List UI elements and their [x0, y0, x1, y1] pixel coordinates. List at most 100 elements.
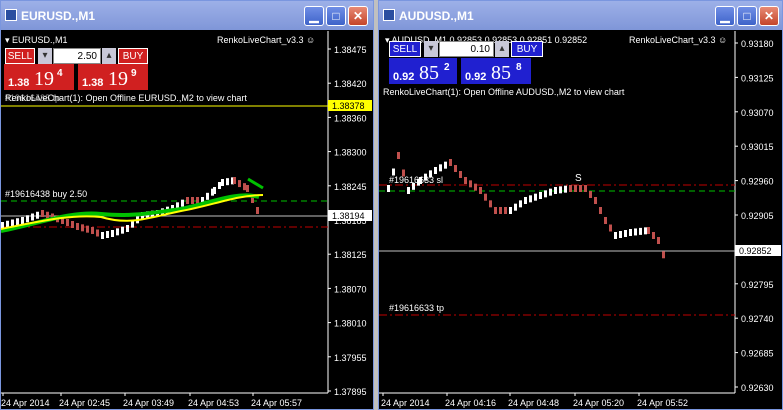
minimize-button[interactable]: ▁: [304, 6, 324, 26]
price-axis-label: 0.92630: [741, 383, 774, 393]
price-candle: [206, 192, 209, 200]
price-candle: [434, 167, 437, 174]
maximize-button[interactable]: □: [737, 6, 757, 26]
price-candle: [402, 169, 405, 177]
price-candle: [387, 185, 390, 192]
time-axis-label: 24 Apr 2014: [1, 398, 50, 408]
price-candle: [412, 182, 415, 190]
lot-decrease-button[interactable]: ▾: [38, 48, 52, 64]
price-candle: [218, 182, 221, 189]
price-candle: [186, 197, 189, 204]
lot-decrease-button[interactable]: ▾: [424, 41, 438, 57]
price-candle: [101, 232, 104, 239]
price-candle: [449, 159, 452, 166]
price-candle: [559, 186, 562, 194]
price-candle: [534, 193, 537, 201]
price-candle: [36, 211, 39, 219]
sell-button[interactable]: SELL: [5, 48, 35, 64]
current-price-label: 1.38194: [332, 211, 365, 221]
price-candle: [91, 227, 94, 234]
buy-button[interactable]: BUY: [118, 48, 148, 64]
price-axis-label: 1.38360: [334, 113, 367, 123]
bid-price-tile[interactable]: 0.92 85 2: [389, 58, 457, 84]
audusd-chart-window[interactable]: AUDUSD.,M1 ▁ □ ✕ 0.93180 0.93125 0.93070 0.…: [378, 0, 783, 410]
time-axis-label: 24 Apr 05:52: [637, 398, 688, 408]
price-candle: [469, 180, 472, 188]
price-candle: [589, 191, 592, 198]
maximize-button[interactable]: □: [326, 6, 346, 26]
price-candle: [126, 225, 129, 232]
moving-average-green-tail: [247, 177, 264, 190]
price-axis-label: 1.38420: [334, 79, 367, 89]
price-candle: [454, 165, 457, 172]
price-candle: [484, 193, 487, 201]
price-candle: [71, 221, 74, 228]
close-button[interactable]: ✕: [348, 6, 368, 26]
ask-price-prefix: 0.92: [465, 71, 487, 83]
price-candle: [439, 164, 442, 172]
tp-label: #19616633 tp: [389, 303, 444, 313]
price-candle: [226, 178, 229, 186]
minimize-button[interactable]: ▁: [715, 6, 735, 26]
lot-size-input[interactable]: 2.50: [53, 48, 101, 64]
price-candle: [644, 227, 647, 235]
time-axis-label: 24 Apr 05:20: [573, 398, 624, 408]
bid-price-prefix: 0.92: [393, 71, 415, 83]
price-candle: [569, 185, 572, 192]
ask-price-pips: 85: [491, 62, 511, 84]
bid-price-fraction: 2: [444, 62, 450, 73]
price-candle: [238, 180, 241, 188]
audusd-title-bar[interactable]: AUDUSD.,M1 ▁ □ ✕: [379, 1, 782, 30]
price-candle: [634, 228, 637, 236]
price-candle: [66, 219, 69, 226]
price-candle: [116, 228, 119, 236]
window-title: EURUSD.,M1: [21, 9, 96, 23]
price-candle: [256, 207, 259, 214]
price-axis-label: 0.93125: [741, 73, 774, 83]
price-candle: [46, 211, 49, 219]
time-axis-label: 24 Apr 04:53: [188, 398, 239, 408]
price-axis-label: 1.38125: [334, 250, 367, 260]
window-title: AUDUSD.,M1: [399, 9, 474, 23]
bid-price-tile[interactable]: 1.38 19 4: [4, 64, 74, 90]
lot-size-input[interactable]: 0.10: [439, 41, 494, 57]
time-axis-label: 24 Apr 05:57: [251, 398, 302, 408]
price-candle: [509, 207, 512, 214]
order-label: #19616438 buy 2.50: [5, 189, 87, 199]
time-axis-label: 24 Apr 04:16: [445, 398, 496, 408]
price-candle: [652, 232, 655, 239]
price-candle: [121, 226, 124, 234]
buy-button[interactable]: BUY: [511, 41, 543, 57]
s-marker: S: [575, 173, 582, 184]
price-axis-label: 0.92960: [741, 177, 774, 187]
price-candle: [662, 251, 665, 259]
price-candle: [419, 177, 422, 184]
price-candle: [16, 218, 19, 226]
price-candle: [544, 190, 547, 198]
lot-increase-button[interactable]: ▴: [102, 48, 116, 64]
price-candle: [213, 187, 216, 194]
ask-price-tile[interactable]: 0.92 85 8: [461, 58, 531, 84]
price-axis-label: 0.93180: [741, 39, 774, 49]
time-axis-label: 24 Apr 02:45: [59, 398, 110, 408]
price-candle: [579, 185, 582, 192]
price-candle: [21, 217, 24, 224]
sell-button[interactable]: SELL: [389, 41, 421, 57]
bid-price-prefix: 1.38: [8, 77, 30, 89]
price-candle: [514, 203, 517, 211]
price-candle: [629, 229, 632, 236]
price-candle: [494, 207, 497, 214]
close-button[interactable]: ✕: [759, 6, 779, 26]
ask-price-tile[interactable]: 1.38 19 9: [78, 64, 148, 90]
price-candle: [519, 200, 522, 208]
chart-window-icon: [5, 9, 17, 21]
price-candle: [499, 207, 502, 214]
bid-price-pips: 19: [34, 68, 54, 90]
lot-increase-button[interactable]: ▴: [495, 41, 509, 57]
symbol-caption: ▾ EURUSD.,M1: [5, 35, 68, 45]
price-candle: [392, 168, 395, 176]
price-candle: [111, 230, 114, 237]
bid-price-pips: 85: [419, 62, 439, 84]
eurusd-title-bar[interactable]: EURUSD.,M1 ▁ □ ✕: [1, 1, 373, 30]
eurusd-chart-window[interactable]: EURUSD.,M1 ▁ □ ✕ 1.38475 1.38420 1.38360 1.…: [0, 0, 374, 410]
